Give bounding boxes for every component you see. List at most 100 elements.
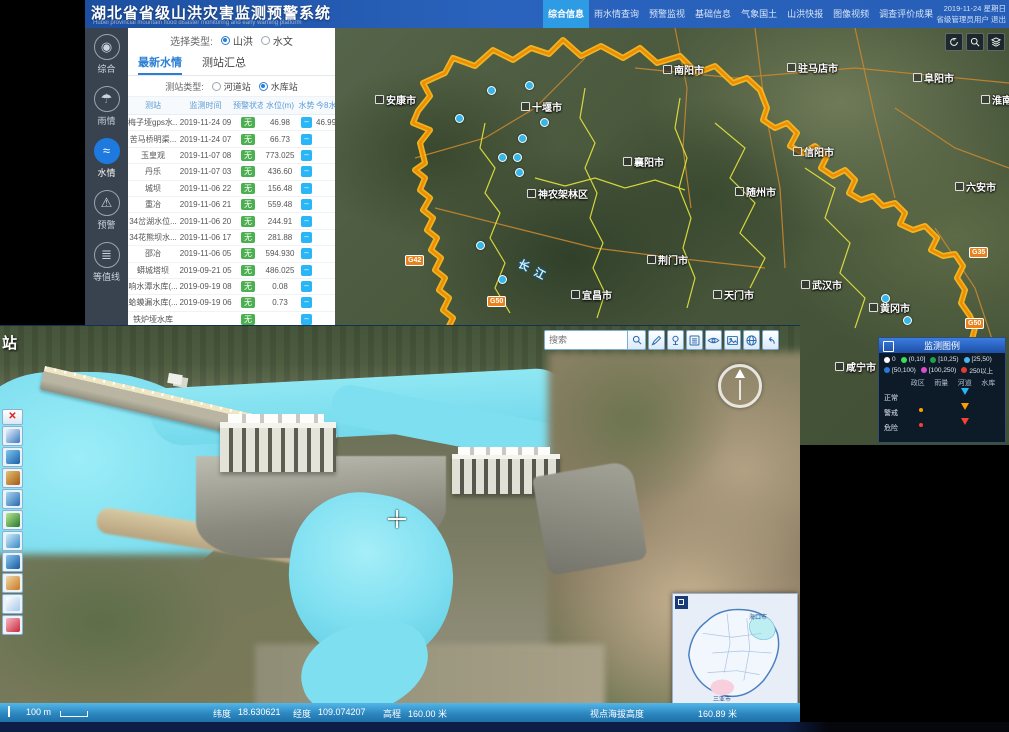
radar-effect-button[interactable] xyxy=(2,510,23,530)
vortex-effect-button[interactable] xyxy=(2,447,23,467)
waves-effect-button[interactable] xyxy=(2,489,23,509)
map-city-label: 南阳市 xyxy=(663,62,704,77)
map-city-label: 神农架林区 xyxy=(527,186,588,201)
nav-item-7[interactable]: 调查评价成果 xyxy=(874,0,938,28)
level-dot xyxy=(901,357,907,363)
sidebar-item-0[interactable]: ◉综合 xyxy=(85,34,128,86)
typeFilter-option-1[interactable]: 水文 xyxy=(261,33,293,48)
nav-item-0[interactable]: 综合信息 xyxy=(543,0,589,28)
table-row[interactable]: 响水潭水库(...2019-09-19 08无0.08– xyxy=(128,279,335,295)
city-icon xyxy=(793,147,802,156)
cell-station: 34花熊坝水... xyxy=(128,232,178,243)
sidebar-item-label: 综合 xyxy=(97,62,115,75)
station-marker[interactable] xyxy=(498,275,507,284)
table-row[interactable]: 苦马桥明渠...2019-11-24 07无66.73– xyxy=(128,131,335,147)
flood-effect-button[interactable] xyxy=(2,573,23,593)
station-marker[interactable] xyxy=(525,81,534,90)
nav-item-4[interactable]: 气象国土 xyxy=(736,0,782,28)
station-marker[interactable] xyxy=(515,168,524,177)
cell-time: 2019-11-06 21 xyxy=(178,200,233,209)
table-row[interactable]: 蟒城塔坝2019-09-21 05无486.025– xyxy=(128,263,335,279)
search-button[interactable] xyxy=(628,330,646,350)
inset-city-label: 三亚市 xyxy=(713,694,731,703)
alt-value: 160.00 米 xyxy=(408,707,447,720)
station-marker[interactable] xyxy=(540,118,549,127)
flood-icon xyxy=(6,576,20,590)
inset-corner-icon[interactable] xyxy=(675,596,688,609)
reset-map-button[interactable] xyxy=(945,33,963,51)
station-marker[interactable] xyxy=(513,153,522,162)
table-row[interactable]: 丹乐2019-11-07 03无436.60– xyxy=(128,164,335,180)
sandstorm-effect-button[interactable] xyxy=(2,468,23,488)
sidebar-item-4[interactable]: ≣等值线 xyxy=(85,242,128,294)
waterdrop-effect-button[interactable] xyxy=(2,552,23,572)
cell-status: 无 xyxy=(233,216,263,227)
sidebar-item-2[interactable]: ≈水情 xyxy=(85,138,128,190)
table-row[interactable]: 城坝2019-11-06 22无156.48– xyxy=(128,181,335,197)
station-marker[interactable] xyxy=(487,86,496,95)
overview-inset-map[interactable]: 海口市 三亚市 xyxy=(672,593,798,711)
nav-item-6[interactable]: 图像视频 xyxy=(828,0,874,28)
layers-map-button[interactable] xyxy=(987,33,1005,51)
draw-button[interactable] xyxy=(648,330,665,350)
city-name: 天门市 xyxy=(724,287,754,302)
search-input[interactable] xyxy=(544,330,628,350)
station-marker[interactable] xyxy=(903,316,912,325)
status-badge: 无 xyxy=(241,232,255,243)
station-marker[interactable] xyxy=(498,153,507,162)
search-map-button[interactable] xyxy=(966,33,984,51)
nav-item-2[interactable]: 预警监视 xyxy=(644,0,690,28)
alert-icon: ⚠ xyxy=(94,190,120,216)
city-name: 南阳市 xyxy=(674,62,704,77)
cell-level: 594.930 xyxy=(263,249,297,258)
image-button[interactable] xyxy=(724,330,741,350)
nav-item-1[interactable]: 雨水情查询 xyxy=(589,0,644,28)
status-badge: 无 xyxy=(241,117,255,128)
table-row[interactable]: 梅子垭gps水...2019-11-24 09无46.98–46.99 xyxy=(128,115,335,131)
nav-item-3[interactable]: 基础信息 xyxy=(690,0,736,28)
sidebar-item-1[interactable]: ☂雨情 xyxy=(85,86,128,138)
city-name: 武汉市 xyxy=(812,277,842,292)
nav-item-5[interactable]: 山洪快报 xyxy=(782,0,828,28)
undo-button[interactable] xyxy=(762,330,779,350)
tab-0[interactable]: 最新水情 xyxy=(138,52,182,75)
table-row[interactable]: 铁炉垭水库无– xyxy=(128,312,335,325)
legend-collapse-icon[interactable] xyxy=(883,341,894,352)
typeFilter-option-0[interactable]: 山洪 xyxy=(221,33,253,48)
cell-station: 玉皇观 xyxy=(128,150,178,161)
stationFilter-label: 测站类型: xyxy=(165,80,204,93)
globe-button[interactable] xyxy=(743,330,760,350)
stationFilter-option-0[interactable]: 河道站 xyxy=(212,80,251,93)
table-row[interactable]: 蛤蟆漏水库(...2019-09-19 06无0.73– xyxy=(128,295,335,311)
splash-effect-button[interactable] xyxy=(2,531,23,551)
road-shield: G50 xyxy=(487,296,506,307)
compass-control[interactable] xyxy=(718,364,762,408)
close-effects-button[interactable]: ✕ xyxy=(2,409,23,425)
station-marker[interactable] xyxy=(518,134,527,143)
reset-icon xyxy=(948,36,960,48)
rain-effect-button[interactable] xyxy=(2,426,23,446)
tab-1[interactable]: 测站汇总 xyxy=(202,52,246,75)
level-dot xyxy=(884,367,890,373)
user-info[interactable]: 2019-11-24 星期日 省级管理员用户 退出 xyxy=(936,3,1006,25)
table-row[interactable]: 玉皇观2019-11-07 08无773.025– xyxy=(128,148,335,164)
cell-trend: – xyxy=(297,314,316,325)
radio-icon xyxy=(259,82,268,91)
table-row[interactable]: 邵冶2019-11-06 05无594.930– xyxy=(128,246,335,262)
scene-search xyxy=(544,330,646,350)
list-button[interactable] xyxy=(686,330,703,350)
station-marker[interactable] xyxy=(476,241,485,250)
table-row[interactable]: 34花熊坝水...2019-11-06 17无281.88– xyxy=(128,230,335,246)
eye-button[interactable] xyxy=(705,330,722,350)
table-row[interactable]: 重冶2019-11-06 21无559.48– xyxy=(128,197,335,213)
station-marker[interactable] xyxy=(881,294,890,303)
snow-effect-button[interactable] xyxy=(2,594,23,614)
cell-status: 无 xyxy=(233,281,263,292)
station-marker[interactable] xyxy=(455,114,464,123)
table-row[interactable]: 34岔湖水位...2019-11-06 20无244.91– xyxy=(128,213,335,229)
sidebar-item-3[interactable]: ⚠预警 xyxy=(85,190,128,242)
stationFilter-option-1[interactable]: 水库站 xyxy=(259,80,298,93)
alarm-effect-button[interactable] xyxy=(2,615,23,635)
status-badge: 无 xyxy=(241,216,255,227)
camera-button[interactable] xyxy=(667,330,684,350)
